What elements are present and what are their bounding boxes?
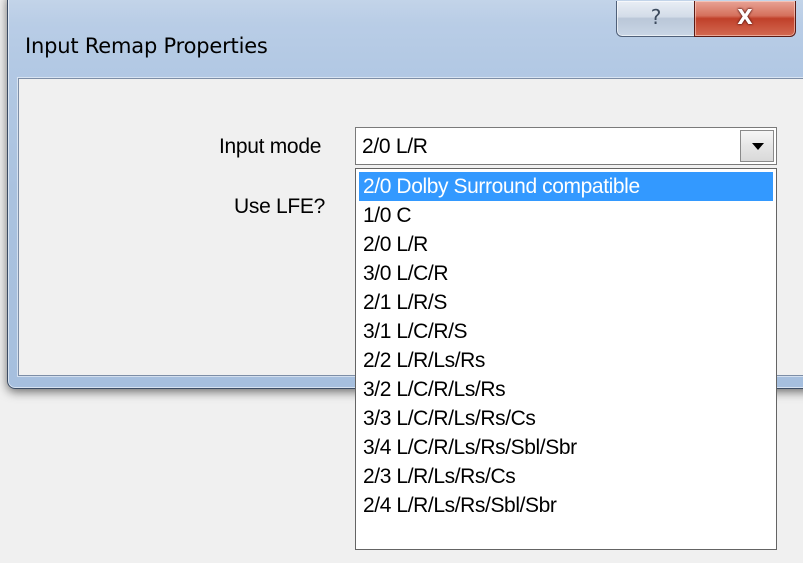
dropdown-option[interactable]: 2/2 L/R/Ls/Rs [359, 346, 773, 375]
input-mode-label: Input mode [219, 135, 322, 158]
dropdown-option[interactable]: 2/1 L/R/S [359, 288, 773, 317]
window-title: Input Remap Properties [25, 34, 268, 58]
dropdown-option[interactable]: 3/1 L/C/R/S [359, 317, 773, 346]
input-mode-combobox[interactable]: 2/0 L/R [355, 127, 777, 165]
close-button[interactable]: X [694, 1, 796, 37]
use-lfe-label: Use LFE? [234, 195, 325, 218]
dropdown-option[interactable]: 3/4 L/C/R/Ls/Rs/Sbl/Sbr [359, 433, 773, 462]
dropdown-option[interactable]: 3/2 L/C/R/Ls/Rs [359, 375, 773, 404]
help-button[interactable]: ? [616, 1, 696, 37]
dropdown-option[interactable]: 3/0 L/C/R [359, 259, 773, 288]
input-mode-value: 2/0 L/R [362, 135, 428, 158]
chevron-down-icon [752, 143, 764, 150]
input-mode-dropdown-list[interactable]: 2/0 Dolby Surround compatible 1/0 C 2/0 … [355, 168, 777, 550]
dropdown-option[interactable]: 2/0 L/R [359, 230, 773, 259]
dropdown-option[interactable]: 2/0 Dolby Surround compatible [359, 172, 773, 201]
dropdown-option[interactable]: 2/3 L/R/Ls/Rs/Cs [359, 462, 773, 491]
question-mark-icon: ? [650, 5, 662, 29]
dropdown-option[interactable]: 3/3 L/C/R/Ls/Rs/Cs [359, 404, 773, 433]
dropdown-option[interactable]: 1/0 C [359, 201, 773, 230]
dropdown-option[interactable]: 2/4 L/R/Ls/Rs/Sbl/Sbr [359, 491, 773, 520]
title-bar[interactable]: Input Remap Properties ? X [8, 0, 803, 73]
dropdown-arrow-button[interactable] [740, 130, 774, 162]
close-icon: X [737, 5, 753, 29]
